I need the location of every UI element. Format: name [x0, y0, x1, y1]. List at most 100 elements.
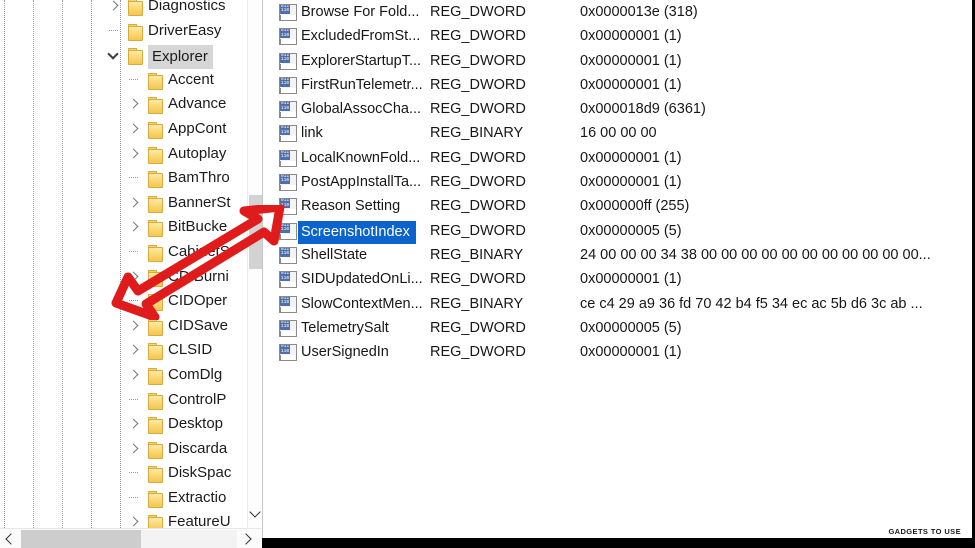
chevron-right-icon[interactable] — [126, 314, 142, 339]
registry-value-type: REG_DWORD — [430, 4, 526, 20]
chevron-right-icon[interactable] — [126, 117, 142, 142]
registry-value-row[interactable]: 011 110 ExcludedFromSt... REG_DWORD 0x000000… — [275, 24, 975, 48]
folder-icon — [148, 441, 163, 459]
registry-value-type: REG_DWORD — [430, 319, 526, 336]
tree-horizontal-scrollbar[interactable] — [0, 528, 262, 548]
registry-value-icon: 011 110 — [279, 101, 297, 119]
tree-item-autoplay[interactable]: Autoplay — [0, 142, 248, 167]
tree-item-cd-burni[interactable]: CD Burni — [0, 265, 248, 290]
tree-item-label: Diagnostics — [148, 0, 226, 14]
registry-value-type: REG_DWORD — [430, 344, 526, 361]
chevron-right-icon[interactable] — [126, 265, 142, 290]
tree-leaf-connector-icon — [126, 388, 142, 413]
tree-item-cabinets[interactable]: CabinetS — [0, 240, 248, 265]
folder-icon — [148, 318, 163, 336]
folder-icon — [148, 97, 163, 115]
tree-item-desktop[interactable]: Desktop — [0, 412, 248, 437]
tree-item-bannerst[interactable]: BannerSt — [0, 191, 248, 216]
registry-value-icon: 011 110 — [279, 28, 297, 46]
tree-vertical-scroll-thumb[interactable] — [249, 195, 262, 269]
registry-value-row[interactable]: 011 110 Browse For Fold... REG_DWORD 0x00000… — [275, 0, 975, 24]
registry-value-row[interactable]: 011 110 ShellState REG_BINARY 24 00 00 00 34… — [275, 243, 975, 267]
chevron-right-icon[interactable] — [126, 412, 142, 437]
chevron-right-icon[interactable] — [126, 92, 142, 117]
tree-item-featureu[interactable]: FeatureU — [0, 510, 248, 528]
folder-icon — [148, 72, 163, 90]
tree-horizontal-scroll-track[interactable] — [141, 530, 237, 548]
registry-value-row[interactable]: 011 110 FirstRunTelemetr... REG_DWORD 0x0000… — [275, 73, 975, 97]
tree-item-label: Advance — [168, 95, 227, 113]
tree-item-extractio[interactable]: Extractio — [0, 486, 248, 511]
registry-value-row[interactable]: 011 110 SIDUpdatedOnLi... REG_DWORD 0x000000… — [275, 267, 975, 291]
tree-item-label: AppCont — [168, 119, 227, 137]
registry-value-row[interactable]: 011 110 LocalKnownFold... REG_DWORD 0x000000… — [275, 146, 975, 170]
tree-item-label: CIDOper — [168, 292, 228, 310]
tree-item-advance[interactable]: Advance — [0, 92, 248, 117]
tree-vertical-scrollbar[interactable] — [247, 0, 262, 528]
tree-item-label: Accent — [168, 70, 214, 88]
bottom-letterbox-band — [262, 538, 975, 548]
chevron-right-icon[interactable] — [126, 437, 142, 462]
scroll-left-icon[interactable] — [0, 529, 20, 548]
tree-item-cidsave[interactable]: CIDSave — [0, 314, 248, 339]
registry-value-row[interactable]: 011 110 GlobalAssocCha... REG_DWORD 0x000018… — [275, 97, 975, 121]
registry-value-icon: 011 110 — [279, 246, 297, 264]
registry-value-name: UserSignedIn — [301, 344, 389, 361]
registry-values-list-pane[interactable]: 011 110 Browse For Fold... REG_DWORD 0x00000… — [275, 0, 975, 538]
folder-icon — [148, 490, 163, 508]
tree-item-label: CLSID — [168, 341, 213, 359]
tree-item-bamthro[interactable]: BamThro — [0, 166, 248, 191]
tree-item-clsid[interactable]: CLSID — [0, 338, 248, 363]
folder-icon — [128, 23, 143, 41]
registry-value-icon: 011 110 — [279, 76, 297, 94]
chevron-down-icon[interactable] — [106, 43, 122, 68]
registry-value-row[interactable]: 011 110 SlowContextMen... REG_BINARY ce c4 2… — [275, 292, 975, 316]
chevron-right-icon[interactable] — [106, 0, 122, 19]
tree-item-appcont[interactable]: AppCont — [0, 117, 248, 142]
registry-value-row[interactable]: 011 110 UserSignedIn REG_DWORD 0x00000001 (1… — [275, 340, 975, 364]
tree-leaf-connector-icon — [126, 68, 142, 93]
registry-value-icon: 011 110 — [279, 198, 297, 216]
registry-value-row[interactable]: 011 110 link REG_BINARY 16 00 00 00 — [275, 121, 975, 145]
registry-value-icon: 011 110 — [279, 271, 297, 289]
registry-value-row[interactable]: 011 110 ExplorerStartupT... REG_DWORD 0x0000… — [275, 49, 975, 73]
registry-value-type: REG_DWORD — [430, 101, 526, 118]
tree-item-discarda[interactable]: Discarda — [0, 437, 248, 462]
chevron-right-icon[interactable] — [126, 142, 142, 167]
scroll-right-icon[interactable] — [237, 529, 257, 548]
tree-item-drivereasy[interactable]: DriverEasy — [0, 19, 248, 44]
tree-item-comdlg[interactable]: ComDlg — [0, 363, 248, 388]
registry-value-type: REG_BINARY — [430, 125, 524, 142]
chevron-right-icon[interactable] — [126, 191, 142, 216]
registry-value-row[interactable]: 011 110 TelemetrySalt REG_DWORD 0x00000005 (… — [275, 316, 975, 340]
tree-item-cidoper[interactable]: CIDOper — [0, 289, 248, 314]
registry-key-tree-pane[interactable]: Diagnostics DriverEasy Explorer Accent Advan… — [0, 0, 262, 528]
registry-value-data: 0x00000001 (1) — [580, 344, 682, 361]
tree-item-diagnostics[interactable]: Diagnostics — [0, 0, 248, 19]
registry-value-name: ExcludedFromSt... — [301, 28, 421, 45]
chevron-right-icon[interactable] — [126, 510, 142, 528]
tree-horizontal-scroll-thumb[interactable] — [21, 530, 141, 548]
registry-value-row[interactable]: 011 110 PostAppInstallTa... REG_DWORD 0x0000… — [275, 170, 975, 194]
tree-item-label: Desktop — [168, 415, 224, 433]
folder-icon — [148, 392, 163, 410]
registry-value-row[interactable]: 011 110 ScreenshotIndex REG_DWORD 0x00000005… — [275, 219, 975, 244]
tree-item-bitbucke[interactable]: BitBucke — [0, 215, 248, 240]
chevron-right-icon[interactable] — [126, 215, 142, 240]
tree-item-diskspac[interactable]: DiskSpac — [0, 461, 248, 486]
tree-item-label: ComDlg — [168, 365, 223, 383]
tree-item-controlp[interactable]: ControlP — [0, 388, 248, 413]
registry-value-type: REG_BINARY — [430, 246, 524, 263]
registry-value-icon: 011 110 — [279, 52, 297, 70]
registry-value-row[interactable]: 011 110 Reason Setting REG_DWORD 0x000000ff … — [275, 194, 975, 218]
chevron-right-icon[interactable] — [126, 338, 142, 363]
tree-item-explorer[interactable]: Explorer — [0, 43, 248, 70]
tree-item-accent[interactable]: Accent — [0, 68, 248, 93]
registry-value-name: SlowContextMen... — [301, 295, 423, 312]
registry-value-icon: 011 110 — [279, 222, 297, 240]
registry-value-name: Browse For Fold... — [301, 4, 420, 20]
scroll-down-icon[interactable] — [248, 504, 262, 522]
pane-splitter[interactable] — [262, 0, 276, 548]
registry-value-data: 16 00 00 00 — [580, 125, 657, 142]
chevron-right-icon[interactable] — [126, 363, 142, 388]
